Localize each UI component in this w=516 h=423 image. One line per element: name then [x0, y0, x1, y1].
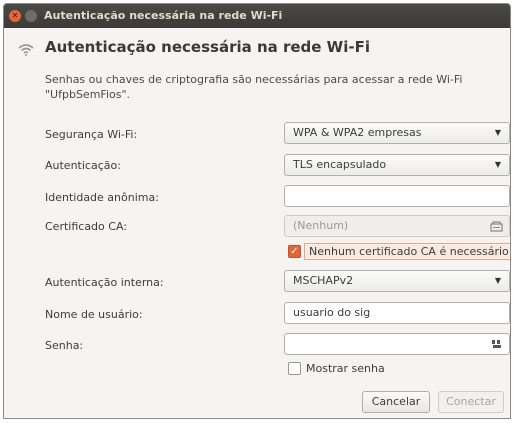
window-title: Autenticação necessária na rede Wi-Fi [44, 9, 283, 22]
close-icon: ✕ [11, 11, 19, 20]
inner-auth-label: Autenticação interna: [45, 276, 164, 289]
anonymous-identity-input[interactable] [284, 185, 510, 207]
username-label: Nome de usuário: [45, 308, 143, 321]
username-input[interactable]: usuario do sig [284, 302, 510, 324]
no-ca-required-label[interactable]: Nenhum certificado CA é necessário [304, 243, 510, 260]
wifi-icon [18, 44, 34, 59]
show-password-checkbox[interactable] [288, 362, 301, 375]
dropdown-arrow-icon: ▼ [494, 276, 501, 285]
minimize-window-button[interactable] [25, 10, 37, 22]
dropdown-arrow-icon: ▼ [494, 128, 501, 137]
show-password-label[interactable]: Mostrar senha [306, 362, 385, 375]
inner-auth-value: MSCHAPv2 [293, 274, 354, 287]
authentication-value: TLS encapsulado [293, 158, 387, 171]
cancel-button[interactable]: Cancelar [362, 391, 430, 413]
password-label: Senha: [45, 339, 84, 352]
security-label: Segurança Wi-Fi: [45, 128, 138, 141]
password-input[interactable] [284, 333, 510, 355]
security-value: WPA & WPA2 empresas [293, 126, 422, 139]
dialog-heading: Autenticação necessária na rede Wi-Fi [45, 38, 370, 56]
title-bar[interactable]: ✕ Autenticação necessária na rede Wi-Fi [4, 4, 510, 28]
ca-certificate-label: Certificado CA: [45, 220, 127, 233]
dropdown-arrow-icon: ▼ [494, 160, 501, 169]
file-icon [490, 219, 503, 239]
password-options-icon[interactable] [491, 337, 503, 357]
ca-certificate-value: (Nenhum) [293, 219, 349, 232]
username-value: usuario do sig [293, 306, 371, 319]
authentication-select[interactable]: TLS encapsulado ▼ [284, 154, 510, 176]
security-select[interactable]: WPA & WPA2 empresas ▼ [284, 122, 510, 144]
close-window-button[interactable]: ✕ [9, 10, 21, 22]
authentication-label: Autenticação: [45, 159, 121, 172]
connect-button[interactable]: Conectar [438, 391, 504, 413]
anonymous-identity-label: Identidade anônima: [45, 191, 159, 204]
check-icon: ✓ [290, 246, 299, 257]
dialog-description: Senhas ou chaves de criptografia são nec… [45, 73, 463, 101]
dialog-window: ✕ Autenticação necessária na rede Wi-Fi … [3, 3, 511, 419]
inner-auth-select[interactable]: MSCHAPv2 ▼ [284, 270, 510, 292]
ca-certificate-chooser[interactable]: (Nenhum) [284, 215, 510, 237]
no-ca-required-checkbox[interactable]: ✓ [288, 245, 301, 258]
